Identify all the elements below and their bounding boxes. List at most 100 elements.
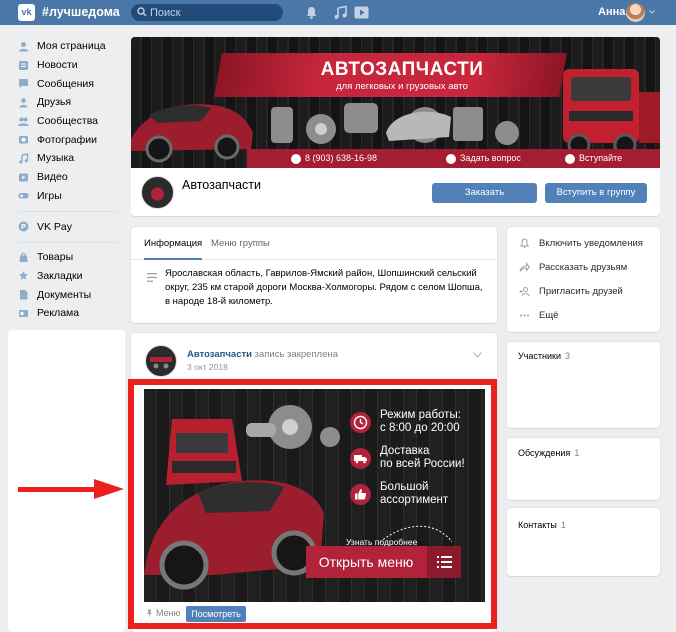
app-title[interactable]: #лучшедома [42, 4, 120, 21]
post-menu-text: Меню [156, 608, 181, 618]
sidebar-item-label: Игры [37, 189, 62, 202]
more-actions-link[interactable]: Ещё [519, 303, 558, 327]
ad-delivery-line1: Доставка [380, 445, 430, 457]
share-icon [519, 261, 530, 272]
sidebar-item-video[interactable]: Видео [18, 168, 123, 187]
contacts-label: Контакты [518, 520, 557, 530]
members-block[interactable]: Участники 3 [507, 342, 660, 428]
actions-card: Включить уведомления Рассказать друзьям … [507, 227, 660, 332]
cover-ask-text: Задать вопрос [460, 153, 521, 163]
contacts-count: 1 [560, 520, 566, 530]
sidebar-item-vkpay[interactable]: P VK Pay [18, 217, 123, 236]
group-avatar[interactable] [141, 176, 174, 209]
ad-hours-line1: Режим работы: [380, 409, 461, 421]
sidebar-item-friends[interactable]: Друзья [18, 93, 123, 112]
join-group-button[interactable]: Вступить в группу [545, 183, 647, 203]
menu-list-icon [427, 546, 461, 578]
invite-friends-link[interactable]: Пригласить друзей [519, 279, 623, 303]
ad-hours-line2: с 8:00 до 20:00 [380, 422, 460, 434]
sidebar-item-my-page[interactable]: Моя страница [18, 37, 123, 56]
annotation-arrow-head [94, 479, 124, 499]
group-address: Ярославская область, Гаврилов-Ямский рай… [165, 268, 483, 307]
sidebar-item-communities[interactable]: Сообщества [18, 112, 123, 131]
ad-delivery: Доставка по всей России! [350, 445, 465, 471]
sidebar-item-label: Музыка [37, 152, 75, 165]
vk-logo-icon[interactable]: vk [18, 4, 35, 21]
home-icon [19, 41, 28, 52]
open-menu-label: Открыть меню [318, 554, 414, 570]
sidebar-item-label: VK Pay [37, 220, 73, 233]
discussions-title[interactable]: Обсуждения 1 [518, 448, 579, 458]
chevron-down-icon[interactable] [649, 10, 655, 14]
search-input[interactable] [150, 4, 278, 21]
post-avatar[interactable] [145, 345, 177, 377]
contacts-block[interactable]: Контакты 1 [507, 508, 660, 576]
sidebar-item-label: Сообщества [37, 115, 98, 128]
description-icon [147, 273, 157, 282]
sidebar-item-label: Моя страница [37, 40, 106, 53]
contacts-title[interactable]: Контакты 1 [518, 520, 566, 530]
cover-phone[interactable]: 8 (903) 638-16-98 [291, 151, 377, 166]
tell-friends-link[interactable]: Рассказать друзьям [519, 255, 627, 279]
open-menu-button[interactable]: Открыть меню [306, 546, 461, 578]
sidebar-divider [18, 211, 118, 213]
chevron-down-icon[interactable] [473, 352, 482, 358]
discussions-count: 1 [574, 448, 580, 458]
post-header: Автозапчасти запись закреплена [187, 349, 338, 361]
tab-group-menu[interactable]: Меню группы [211, 227, 270, 260]
music-icon [19, 153, 29, 164]
group-header: Автозапчасти Заказать Вступить в группу [131, 168, 660, 216]
members-count: 3 [565, 351, 571, 361]
communities-icon [18, 117, 29, 126]
ads-icon [19, 309, 28, 317]
ad-hours: Режим работы: с 8:00 до 20:00 [350, 409, 461, 435]
discussions-label: Обсуждения [518, 448, 571, 458]
music-icon[interactable] [333, 5, 348, 20]
friends-icon [19, 98, 28, 108]
sidebar-item-label: Реклама [37, 307, 80, 320]
sidebar-item-label: Сообщения [37, 77, 94, 90]
discussions-block[interactable]: Обсуждения 1 [507, 438, 660, 500]
thumbs-up-icon [350, 483, 371, 505]
more-icon [520, 314, 529, 316]
sidebar-item-messages[interactable]: Сообщения [18, 74, 123, 93]
cover-ask-question[interactable]: Задать вопрос [446, 151, 521, 166]
sidebar-item-news[interactable]: Новости [18, 56, 123, 75]
sidebar-item-label: Документы [37, 288, 92, 301]
search-box[interactable] [131, 4, 283, 21]
play-icon[interactable] [354, 5, 369, 20]
sidebar-item-ads[interactable]: Реклама [18, 304, 123, 323]
view-button[interactable]: Посмотреть [186, 606, 246, 622]
tab-information[interactable]: Информация [144, 227, 203, 260]
action-label: Пригласить друзей [539, 285, 623, 297]
photos-icon [19, 136, 28, 144]
sidebar-item-label: Новости [37, 59, 78, 72]
sidebar-item-photos[interactable]: Фотографии [18, 130, 123, 149]
cover-phone-text: 8 (903) 638-16-98 [305, 153, 378, 163]
sidebar-item-goods[interactable]: Товары [18, 248, 123, 267]
action-label: Включить уведомления [539, 237, 643, 249]
post-date[interactable]: 3 окт 2018 [187, 362, 228, 372]
sidebar-item-label: Фотографии [37, 133, 98, 146]
user-name[interactable]: Анна [598, 5, 625, 20]
bell-icon[interactable] [304, 5, 319, 20]
sidebar-item-label: Друзья [37, 96, 72, 109]
members-title[interactable]: Участники 3 [518, 351, 570, 361]
post-author-link[interactable]: Автозапчасти [187, 349, 252, 360]
sidebar-item-music[interactable]: Музыка [18, 149, 123, 168]
goods-icon [19, 252, 28, 262]
cover-join-text: Вступайте [579, 153, 623, 163]
sidebar-item-bookmarks[interactable]: Закладки [18, 267, 123, 286]
news-icon [19, 60, 28, 70]
enable-notifications-link[interactable]: Включить уведомления [519, 231, 643, 255]
user-avatar[interactable] [626, 3, 645, 22]
cover-join[interactable]: Вступайте [565, 151, 622, 166]
sidebar-item-games[interactable]: Игры [18, 187, 123, 206]
left-sidebar: Моя страница Новости Сообщения Друзья Со… [18, 37, 123, 323]
sidebar-item-documents[interactable]: Документы [18, 285, 123, 304]
vkpay-icon: P [18, 221, 29, 232]
action-label: Ещё [539, 309, 559, 321]
order-button[interactable]: Заказать [432, 183, 537, 203]
cover-subtitle: для легковых и грузовых авто [336, 81, 468, 92]
documents-icon [20, 290, 28, 300]
